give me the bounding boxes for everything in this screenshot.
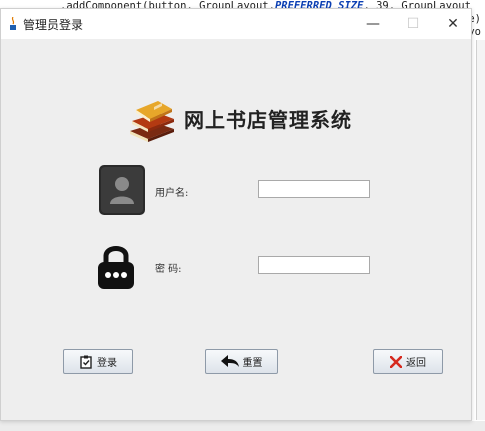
password-label: 密 码: — [155, 264, 182, 275]
user-silhouette-icon — [99, 165, 145, 215]
login-label: 登录 — [97, 358, 117, 369]
login-button[interactable]: 登录 — [63, 349, 133, 374]
clipboard-check-icon — [80, 355, 92, 369]
editor-gutter — [477, 40, 485, 420]
coffee-cup-icon — [10, 17, 16, 30]
admin-login-window: 管理员登录 — ☐ ✕ 网上书店管理系统 用户名: 密 码: 登录 重置 返回 — [0, 8, 472, 421]
password-field[interactable] — [258, 256, 370, 274]
padlock-icon — [98, 246, 134, 289]
close-button[interactable]: ✕ — [433, 9, 473, 39]
system-heading: 网上书店管理系统 — [184, 108, 352, 132]
minimize-button[interactable]: — — [353, 9, 393, 39]
back-button[interactable]: 返回 — [373, 349, 443, 374]
maximize-button[interactable]: ☐ — [393, 9, 433, 39]
title-bar[interactable]: 管理员登录 — ☐ ✕ — [1, 9, 471, 39]
username-label: 用户名: — [155, 188, 189, 199]
books-icon — [130, 101, 174, 142]
red-x-icon — [390, 355, 402, 368]
reset-button[interactable]: 重置 — [205, 349, 278, 374]
window-title: 管理员登录 — [23, 18, 84, 32]
username-field[interactable] — [258, 180, 370, 198]
editor-status-strip — [0, 421, 485, 431]
reset-label: 重置 — [242, 358, 263, 369]
back-arrow-icon — [220, 355, 239, 367]
back-label: 返回 — [406, 358, 426, 369]
